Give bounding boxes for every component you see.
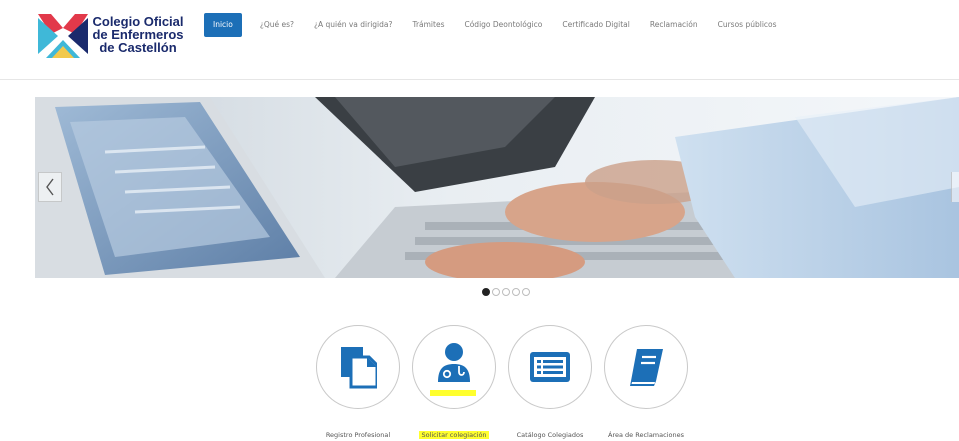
slider-next-button[interactable] <box>951 172 959 202</box>
site-logo[interactable]: Colegio Oficial de Enfermeros de Castell… <box>38 12 188 62</box>
nav-item-reclamacion[interactable]: Reclamación <box>640 13 708 37</box>
slider-dots <box>482 288 530 296</box>
service-label[interactable]: Área de Reclamaciones <box>584 431 708 439</box>
service-catalogo-colegiados[interactable]: Catálogo Colegiados <box>508 325 592 439</box>
service-area-reclamaciones[interactable]: Área de Reclamaciones <box>604 325 688 439</box>
nav-item-que-es[interactable]: ¿Qué es? <box>250 13 304 37</box>
service-label-text: Solicitar colegiación <box>419 431 489 439</box>
slider-dot-5[interactable] <box>522 288 530 296</box>
nav-item-codigo-deontologico[interactable]: Código Deontológico <box>454 13 552 37</box>
slide-image <box>35 97 959 278</box>
highlight-mark <box>430 390 476 396</box>
nav-item-cursos-publicos[interactable]: Cursos públicos <box>708 13 787 37</box>
service-circle[interactable] <box>316 325 400 409</box>
doctor-icon <box>438 343 470 382</box>
chevron-left-icon <box>46 178 54 196</box>
logo-mark-icon <box>38 14 88 58</box>
service-circle[interactable] <box>508 325 592 409</box>
slider-dot-2[interactable] <box>492 288 500 296</box>
service-circle[interactable] <box>412 325 496 409</box>
nav-item-tramites[interactable]: Trámites <box>402 13 454 37</box>
services-section: Registro Profesional Solicitar colegiaci… <box>0 325 959 441</box>
slider-prev-button[interactable] <box>38 172 62 202</box>
hero-slider <box>35 97 959 278</box>
nav-item-certificado-digital[interactable]: Certificado Digital <box>552 13 639 37</box>
service-circle[interactable] <box>604 325 688 409</box>
logo-line-3: de Castellón <box>99 40 177 55</box>
slider-dot-1[interactable] <box>482 288 490 296</box>
service-registro-profesional[interactable]: Registro Profesional <box>316 325 400 439</box>
slider-dot-4[interactable] <box>512 288 520 296</box>
logo-text: Colegio Oficial de Enfermeros de Castell… <box>90 15 186 54</box>
site-header: Colegio Oficial de Enfermeros de Castell… <box>0 0 959 80</box>
nav-item-inicio[interactable]: Inicio <box>204 13 242 37</box>
list-icon <box>530 352 570 382</box>
nav-item-a-quien[interactable]: ¿A quién va dirigida? <box>304 13 402 37</box>
slider-dot-3[interactable] <box>502 288 510 296</box>
main-nav: Inicio ¿Qué es? ¿A quién va dirigida? Tr… <box>204 13 787 37</box>
documents-icon <box>341 347 377 389</box>
book-icon <box>630 349 663 386</box>
service-solicitar-colegiacion[interactable]: Solicitar colegiación <box>412 325 496 439</box>
